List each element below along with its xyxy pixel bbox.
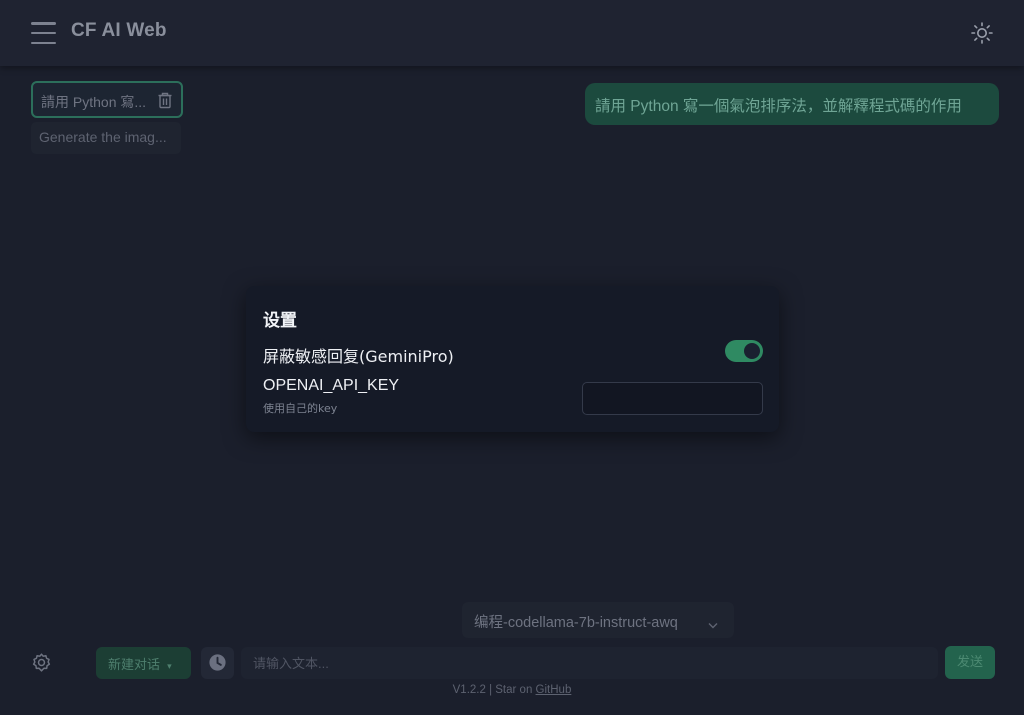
history-item[interactable]: Generate the imag...: [31, 122, 181, 154]
gear-icon[interactable]: [31, 652, 52, 673]
github-link[interactable]: GitHub: [536, 684, 572, 696]
history-item-active[interactable]: 請用 Python 寫...: [31, 81, 183, 118]
hamburger-menu-icon[interactable]: [31, 22, 56, 44]
new-chat-button[interactable]: 新建对话 ▾: [96, 647, 191, 679]
app-title: CF AI Web: [71, 20, 167, 41]
model-select[interactable]: 编程-codellama-7b-instruct-awq: [462, 602, 734, 638]
api-key-hint: 使用自己的key: [263, 402, 338, 415]
version-text: V1.2.2 | Star on: [452, 684, 533, 696]
clock-icon[interactable]: [201, 647, 234, 679]
block-sensitive-label: 屏蔽敏感回复(GeminiPro): [263, 347, 454, 366]
chat-input[interactable]: [241, 647, 938, 679]
user-message-bubble: 請用 Python 寫一個氣泡排序法，並解釋程式碼的作用: [585, 83, 999, 125]
footer: V1.2.2 | Star on GitHub: [0, 684, 1024, 696]
block-sensitive-toggle[interactable]: [725, 340, 763, 362]
sun-icon[interactable]: [970, 21, 994, 45]
history-item-label: 請用 Python 寫...: [41, 94, 147, 110]
trash-icon[interactable]: [157, 92, 173, 109]
chevron-down-icon: [708, 617, 718, 629]
settings-modal: 设置 屏蔽敏感回复(GeminiPro) OPENAI_API_KEY 使用自己…: [246, 286, 779, 432]
send-button[interactable]: 发送: [945, 646, 995, 679]
modal-title: 设置: [263, 311, 297, 331]
toggle-knob: [744, 343, 760, 359]
api-key-label: OPENAI_API_KEY: [263, 377, 400, 394]
caret-down-icon: ▾: [167, 662, 172, 672]
new-chat-label: 新建对话: [108, 658, 161, 673]
model-select-value: 编程-codellama-7b-instruct-awq: [474, 615, 678, 631]
app-header: CF AI Web: [0, 0, 1024, 66]
api-key-input[interactable]: [582, 382, 763, 415]
history-item-label: Generate the imag...: [39, 129, 167, 145]
